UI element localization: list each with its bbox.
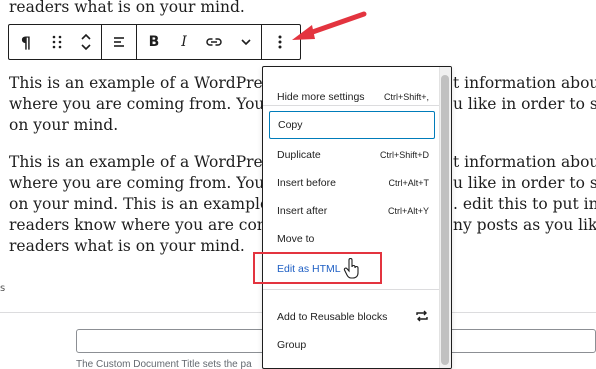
paragraph-text-top: readers what is on your mind. <box>9 0 245 16</box>
italic-button[interactable]: I <box>171 25 197 59</box>
reusable-block-icon <box>415 310 429 325</box>
paragraph-line: u like in order to shar <box>453 174 596 192</box>
menu-item-label: Add to Reusable blocks <box>277 311 388 323</box>
menu-item-label: Move to <box>277 233 315 245</box>
menu-item-label: Duplicate <box>277 149 321 161</box>
document-title-help: The Custom Document Title sets the pa <box>76 359 252 369</box>
toolbar-group-block: ¶ <box>9 25 102 59</box>
paragraph-line: u like in order to sha <box>453 95 596 113</box>
edge-letter: s <box>0 283 6 294</box>
block-toolbar: ¶ B I <box>8 24 301 60</box>
bold-button[interactable]: B <box>137 25 171 59</box>
menu-item-shortcut: Ctrl+Shift+D <box>379 150 429 160</box>
paragraph-block-2[interactable]: This is an example of a WordPress po whe… <box>9 152 303 257</box>
link-icon[interactable] <box>197 25 231 59</box>
menu-item-add-to-reusable-blocks[interactable]: Add to Reusable blocks <box>269 303 435 331</box>
paragraph-block-2-right: t information about y u like in order to… <box>453 152 596 236</box>
paragraph-line: This is an example of a WordPress po <box>9 153 303 171</box>
menu-item-insert-after[interactable]: Insert after Ctrl+Alt+Y <box>269 197 435 225</box>
menu-divider <box>263 105 439 106</box>
paragraph-block-1[interactable]: This is an example of a WordPress po whe… <box>9 73 303 136</box>
menu-item-insert-before[interactable]: Insert before Ctrl+Alt+T <box>269 169 435 197</box>
move-up-down-icon[interactable] <box>71 25 101 59</box>
menu-item-duplicate[interactable]: Duplicate Ctrl+Shift+D <box>269 141 435 169</box>
align-icon[interactable] <box>102 25 136 59</box>
paragraph-line: where you are coming from. You can <box>9 174 298 192</box>
hand-cursor-icon <box>343 258 359 279</box>
more-formats-chevron-icon[interactable] <box>231 25 261 59</box>
menu-item-label: Insert after <box>277 205 328 217</box>
paragraph-icon[interactable]: ¶ <box>9 25 43 59</box>
menu-item-copy[interactable]: Copy <box>269 111 435 139</box>
menu-item-shortcut: Ctrl+Shift+, <box>383 92 429 102</box>
menu-divider <box>263 289 439 290</box>
paragraph-block-1-right: t information about y u like in order to… <box>453 73 596 115</box>
paragraph-line: . edit this to put info <box>453 195 596 213</box>
paragraph-line: readers know where you are coming <box>9 216 297 234</box>
menu-item-label: Group <box>277 339 307 351</box>
paragraph-line: t information about y <box>453 153 596 171</box>
annotation-highlight-box <box>253 252 382 284</box>
paragraph-line: on your mind. <box>9 116 119 134</box>
menu-item-shortcut: Ctrl+Alt+T <box>388 178 429 188</box>
toolbar-group-format: B I <box>137 25 262 59</box>
paragraph-line: where you are coming from. You can <box>9 95 298 113</box>
menu-item-label: Hide more settings <box>277 91 365 103</box>
drag-handle-icon[interactable] <box>43 25 71 59</box>
annotation-arrow-icon <box>292 11 367 40</box>
block-options-menu: Hide more settings Ctrl+Shift+, Copy Dup… <box>262 66 452 369</box>
menu-item-label: Copy <box>278 119 303 131</box>
menu-item-hide-more-settings[interactable]: Hide more settings Ctrl+Shift+, <box>269 83 435 111</box>
menu-item-group[interactable]: Group <box>269 331 435 359</box>
menu-item-move-to[interactable]: Move to <box>269 225 435 253</box>
paragraph-line: ny posts as you like i <box>453 216 596 234</box>
menu-scrollbar[interactable] <box>439 67 451 368</box>
paragraph-line: This is an example of a WordPress po <box>9 74 303 92</box>
menu-item-shortcut: Ctrl+Alt+Y <box>387 206 429 216</box>
paragraph-line: t information about y <box>453 74 596 92</box>
menu-item-label: Insert before <box>277 177 336 189</box>
paragraph-line: on your mind. This is an example of <box>9 195 290 213</box>
toolbar-group-align <box>102 25 137 59</box>
menu-scrollbar-thumb[interactable] <box>441 75 449 365</box>
